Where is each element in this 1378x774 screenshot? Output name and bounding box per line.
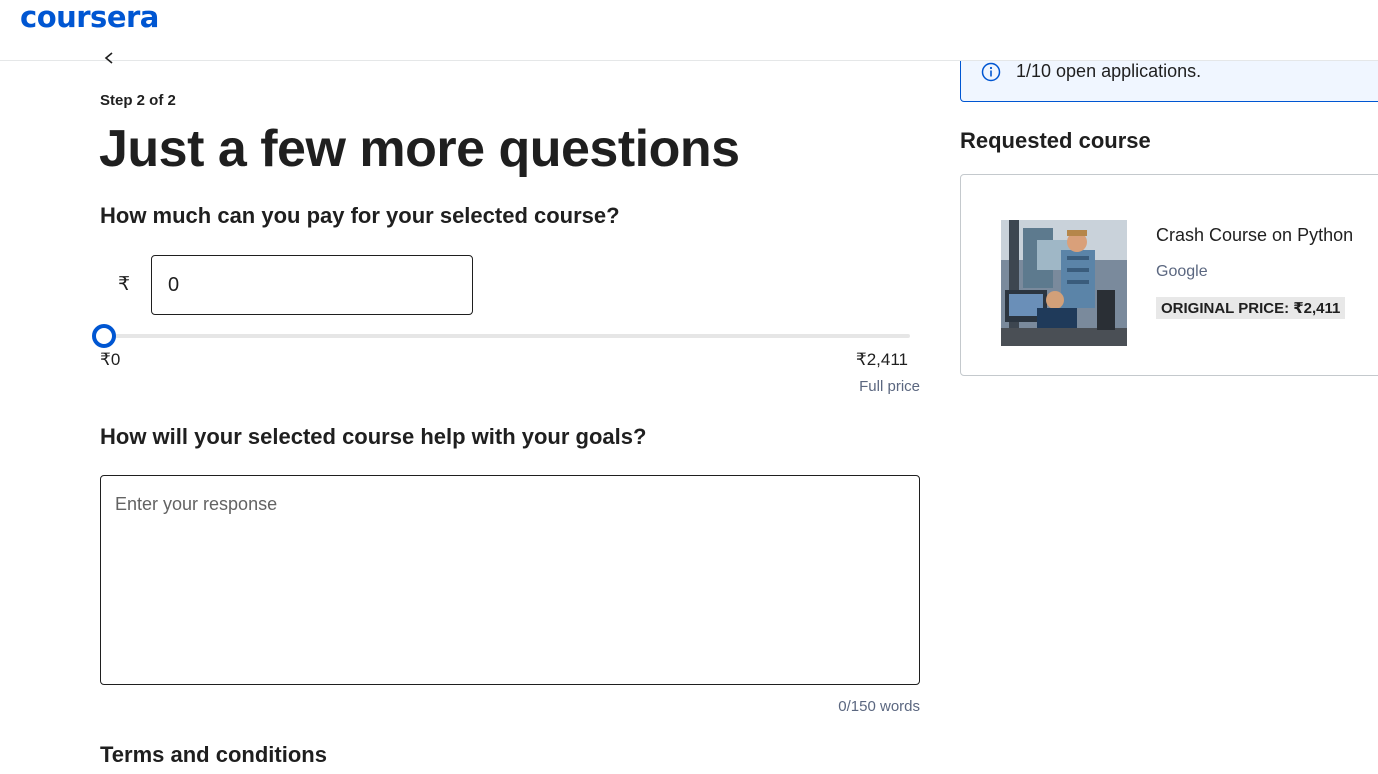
requested-course-heading: Requested course — [960, 128, 1151, 153]
top-header: coursera — [0, 0, 1378, 61]
slider-max-label: ₹2,411 — [855, 350, 908, 369]
original-price-badge: ORIGINAL PRICE: ₹2,411 — [1156, 297, 1346, 319]
goals-question: How will your selected course help with … — [100, 424, 647, 449]
info-icon — [981, 62, 1001, 82]
course-thumbnail — [1001, 220, 1127, 346]
full-price-caption: Full price — [859, 378, 920, 395]
chevron-left-icon[interactable] — [104, 52, 114, 64]
goals-response-textarea[interactable] — [100, 475, 920, 685]
info-banner-text: 1/10 open applications. — [1016, 61, 1202, 81]
word-count: 0/150 words — [838, 698, 920, 715]
course-title[interactable]: Crash Course on Python — [1156, 225, 1353, 246]
page-title: Just a few more questions — [99, 120, 740, 178]
step-label: Step 2 of 2 — [100, 92, 176, 109]
slider-min-label: ₹0 — [100, 350, 121, 369]
course-partner: Google — [1156, 263, 1208, 280]
payment-slider-thumb[interactable] — [92, 324, 116, 348]
payment-slider-track[interactable] — [100, 334, 910, 338]
coursera-logo[interactable]: coursera — [20, 0, 159, 34]
payment-question: How much can you pay for your selected c… — [100, 203, 620, 228]
currency-symbol: ₹ — [118, 274, 131, 295]
course-card[interactable]: Crash Course on Python Google ORIGINAL P… — [960, 174, 1378, 376]
terms-heading: Terms and conditions — [100, 742, 327, 767]
payment-amount-input[interactable] — [151, 255, 473, 315]
